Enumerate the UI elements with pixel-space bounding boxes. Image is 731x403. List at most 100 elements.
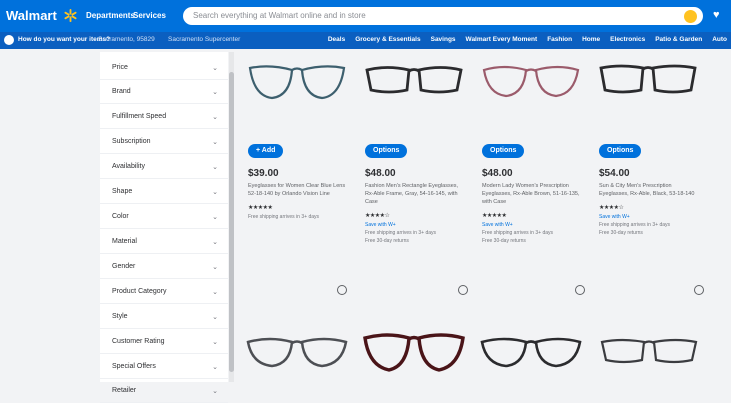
filter-product-category[interactable]: Product Category ⌄ bbox=[100, 280, 228, 304]
teal-eyeglasses-image[interactable] bbox=[244, 56, 350, 116]
product-card[interactable]: + Add $39.00 Eyeglasses for Women Clear … bbox=[238, 52, 356, 272]
filter-availability[interactable]: Availability ⌄ bbox=[100, 155, 228, 179]
departments-menu[interactable]: Departments bbox=[86, 11, 135, 20]
chevron-down-icon: ⌄ bbox=[212, 388, 218, 395]
options-button[interactable]: Options bbox=[365, 144, 408, 158]
chevron-down-icon: ⌄ bbox=[212, 189, 218, 196]
options-button[interactable]: Options bbox=[482, 144, 525, 158]
search-box[interactable]: Search everything at Walmart online and … bbox=[183, 7, 703, 25]
chevron-down-icon: ⌄ bbox=[212, 214, 218, 221]
pink-eyeglasses-image[interactable] bbox=[478, 56, 584, 116]
scrollbar-thumb[interactable] bbox=[229, 72, 234, 372]
category-links: Deals Grocery & Essentials Savings Walma… bbox=[328, 36, 727, 43]
savings-note[interactable]: Save with W+ bbox=[599, 214, 630, 220]
shipping-note: Free shipping arrives in 3+ days bbox=[248, 214, 320, 220]
filter-sidebar: Price ⌄ Brand ⌄ Fulfillment Speed ⌄ Subscri… bbox=[100, 52, 228, 403]
add-to-cart-button[interactable]: + Add bbox=[248, 144, 284, 158]
product-title[interactable]: Modern Lady Women's Prescription Eyeglas… bbox=[482, 182, 582, 206]
search-input[interactable]: Search everything at Walmart online and … bbox=[193, 11, 366, 20]
chevron-down-icon: ⌄ bbox=[212, 239, 218, 246]
product-card[interactable]: Options $48.00 Fashion Men's Rectangle E… bbox=[355, 52, 473, 272]
location-bar: How do you want your items? Sacramento, … bbox=[0, 32, 731, 49]
returns-note: Free 30-day returns bbox=[599, 230, 643, 236]
rating-stars: ★★★★☆ bbox=[365, 213, 390, 219]
product-price: $48.00 bbox=[482, 168, 513, 179]
filter-label: Retailer bbox=[112, 387, 137, 394]
returns-note: Free 30-day returns bbox=[365, 238, 409, 244]
filter-label: Customer Rating bbox=[112, 338, 165, 345]
savings-note[interactable]: Save with W+ bbox=[365, 222, 396, 228]
chevron-down-icon: ⌄ bbox=[212, 89, 218, 96]
services-menu[interactable]: Services bbox=[133, 11, 166, 20]
product-card[interactable]: Options $48.00 Modern Lady Women's Presc… bbox=[472, 52, 590, 272]
walmart-spark-icon[interactable] bbox=[64, 9, 77, 22]
delivery-prompt[interactable]: How do you want your items? bbox=[18, 36, 110, 43]
category-link[interactable]: Fashion bbox=[547, 36, 572, 43]
favorite-icon[interactable] bbox=[694, 285, 704, 295]
category-link[interactable]: Grocery & Essentials bbox=[355, 36, 420, 43]
location-text[interactable]: Sacramento, 95829 bbox=[98, 36, 155, 43]
chevron-down-icon: ⌄ bbox=[212, 65, 218, 72]
filter-label: Special Offers bbox=[112, 363, 156, 370]
filter-subscription[interactable]: Subscription ⌄ bbox=[100, 130, 228, 154]
savings-note[interactable]: Save with W+ bbox=[482, 222, 513, 228]
favorite-icon[interactable] bbox=[458, 285, 468, 295]
favorite-icon[interactable] bbox=[575, 285, 585, 295]
product-title[interactable]: Eyeglasses for Women Clear Blue Lens 52-… bbox=[248, 182, 348, 198]
category-link[interactable]: Electronics bbox=[610, 36, 645, 43]
category-link[interactable]: Home bbox=[582, 36, 600, 43]
category-link[interactable]: Savings bbox=[431, 36, 456, 43]
filter-fulfillment-speed[interactable]: Fulfillment Speed ⌄ bbox=[100, 105, 228, 129]
chevron-down-icon: ⌄ bbox=[212, 314, 218, 321]
filter-label: Product Category bbox=[112, 288, 167, 295]
search-icon[interactable] bbox=[684, 10, 697, 23]
product-title[interactable]: Sun & City Men's Prescription Eyeglasses… bbox=[599, 182, 699, 198]
filter-style[interactable]: Style ⌄ bbox=[100, 305, 228, 329]
filter-label: Fulfillment Speed bbox=[112, 113, 167, 120]
filter-gender[interactable]: Gender ⌄ bbox=[100, 255, 228, 279]
options-button[interactable]: Options bbox=[599, 144, 642, 158]
category-link[interactable]: Walmart Every Moment bbox=[466, 36, 538, 43]
black-eyeglasses-image[interactable] bbox=[361, 56, 467, 116]
chevron-down-icon: ⌄ bbox=[212, 114, 218, 121]
product-price: $48.00 bbox=[365, 168, 396, 179]
cart-icon[interactable]: ♥ bbox=[713, 9, 720, 21]
favorite-icon[interactable] bbox=[337, 285, 347, 295]
shipping-note: Free shipping arrives in 3+ days bbox=[599, 222, 671, 228]
filter-customer-rating[interactable]: Customer Rating ⌄ bbox=[100, 330, 228, 354]
product-price: $39.00 bbox=[248, 168, 279, 179]
product-price: $54.00 bbox=[599, 168, 630, 179]
black-eyeglasses-image[interactable] bbox=[595, 56, 701, 116]
filter-shape[interactable]: Shape ⌄ bbox=[100, 180, 228, 204]
sidebar-scrollbar[interactable] bbox=[229, 52, 234, 382]
delivery-icon bbox=[4, 35, 14, 45]
filter-label: Color bbox=[112, 213, 129, 220]
filter-material[interactable]: Material ⌄ bbox=[100, 230, 228, 254]
tortoise-eyeglasses-image[interactable] bbox=[244, 328, 350, 378]
product-card[interactable]: Options $54.00 Sun & City Men's Prescrip… bbox=[589, 52, 707, 272]
filter-brand[interactable]: Brand ⌄ bbox=[100, 80, 228, 104]
black-eyeglasses-image[interactable] bbox=[478, 328, 584, 378]
filter-special-offers[interactable]: Special Offers ⌄ bbox=[100, 355, 228, 379]
filter-price[interactable]: Price ⌄ bbox=[100, 56, 228, 80]
shipping-note: Free shipping arrives in 3+ days bbox=[482, 230, 554, 236]
shipping-note: Free shipping arrives in 3+ days bbox=[365, 230, 437, 236]
filter-color[interactable]: Color ⌄ bbox=[100, 205, 228, 229]
walmart-logo[interactable]: Walmart bbox=[6, 8, 57, 23]
category-link[interactable]: Auto bbox=[712, 36, 727, 43]
category-link[interactable]: Patio & Garden bbox=[655, 36, 702, 43]
gray-eyeglasses-image[interactable] bbox=[596, 330, 702, 378]
filter-label: Price bbox=[112, 64, 128, 71]
product-title[interactable]: Fashion Men's Rectangle Eyeglasses, Rx-A… bbox=[365, 182, 465, 206]
rating-stars: ★★★★★ bbox=[482, 213, 507, 219]
filter-label: Subscription bbox=[112, 138, 151, 145]
filter-retailer[interactable]: Retailer ⌄ bbox=[100, 379, 228, 403]
header-bar: Walmart Departments Services Search ever… bbox=[0, 0, 731, 32]
returns-note: Free 30-day returns bbox=[482, 238, 526, 244]
filter-label: Brand bbox=[112, 88, 131, 95]
chevron-down-icon: ⌄ bbox=[212, 364, 218, 371]
filter-label: Shape bbox=[112, 188, 133, 195]
store-text[interactable]: Sacramento Supercenter bbox=[168, 36, 240, 43]
category-link[interactable]: Deals bbox=[328, 36, 345, 43]
burgundy-eyeglasses-image[interactable] bbox=[361, 326, 467, 380]
